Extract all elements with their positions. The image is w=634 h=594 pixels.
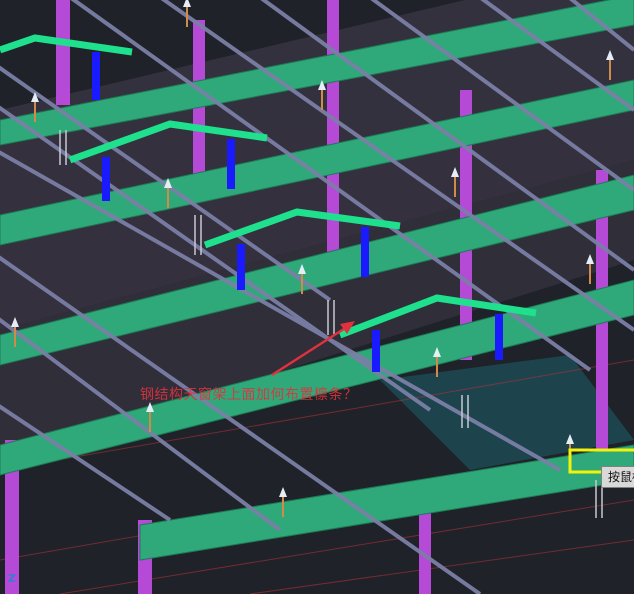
steel-structure-3d-model[interactable] [0,0,634,594]
mouse-tooltip: 按鼠标 [601,466,634,488]
axis-indicator: Z [8,572,16,585]
annotation-text: 钢结构天窗架上面加何布置檩条？ [140,387,358,403]
model-viewport[interactable]: 钢结构天窗架上面加何布置檩条？ 按鼠标 Z [0,0,634,594]
